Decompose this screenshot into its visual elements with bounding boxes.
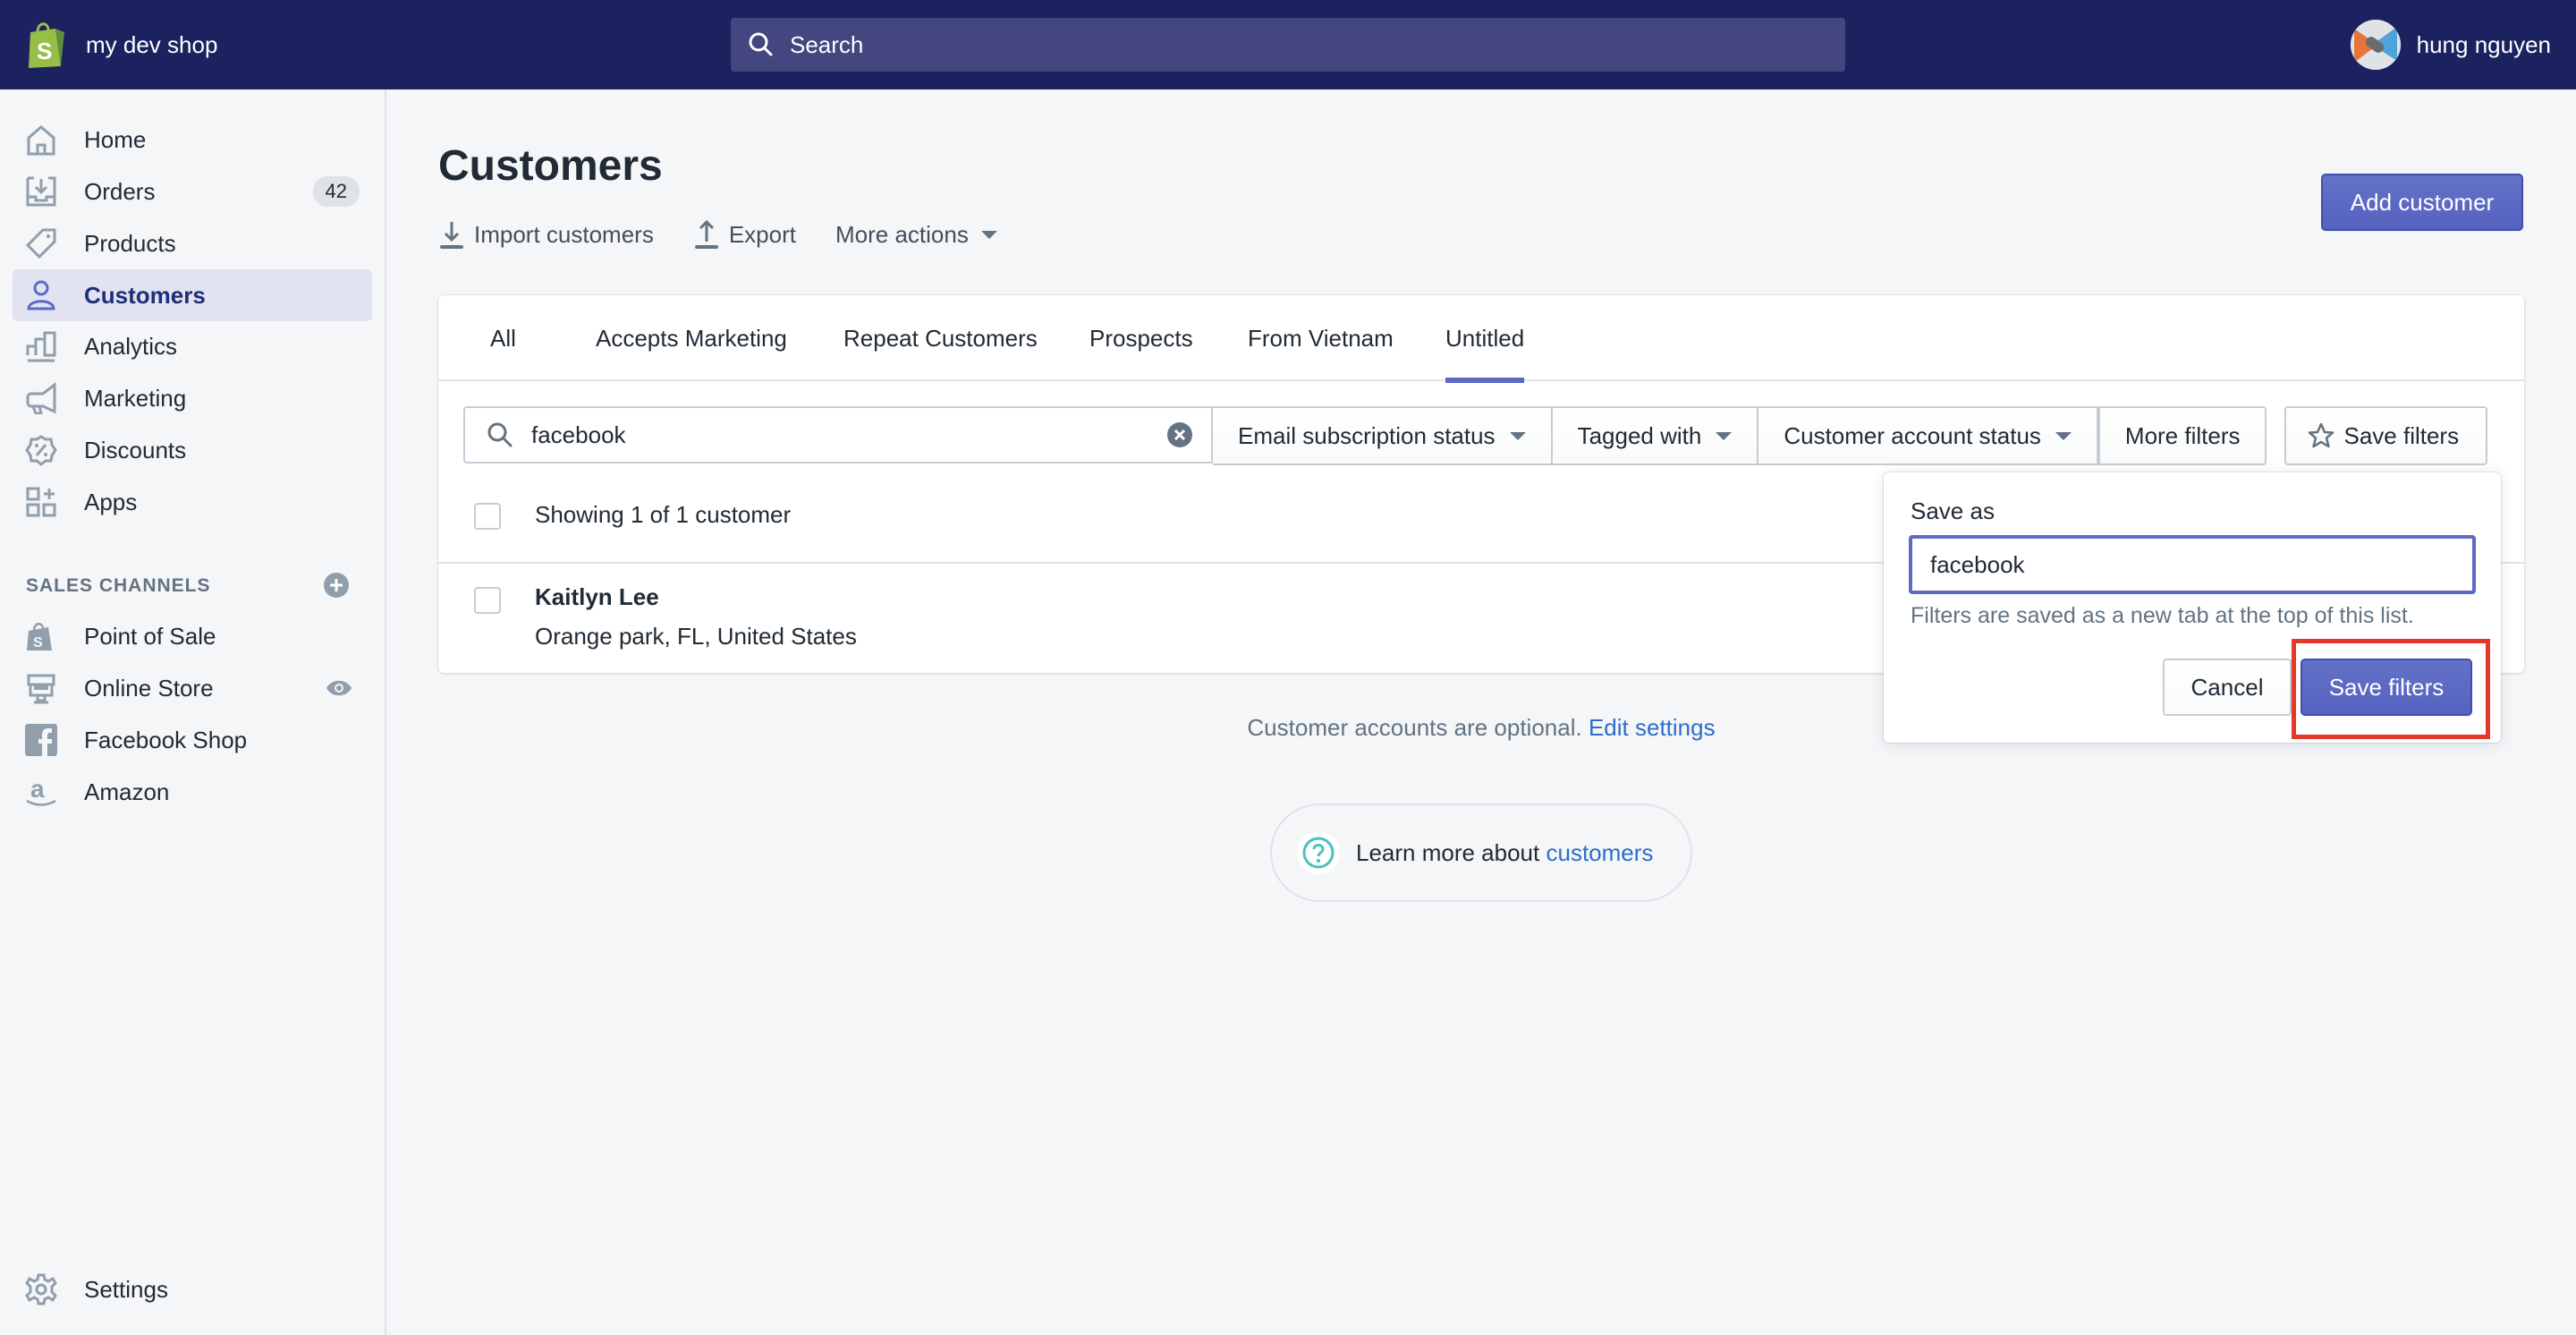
svg-text:S: S <box>37 38 52 64</box>
search-icon <box>749 32 773 56</box>
more-filters-button[interactable]: More filters <box>2097 406 2267 465</box>
tab-all[interactable]: All <box>490 295 516 381</box>
customer-row-checkbox[interactable] <box>474 587 501 614</box>
sales-channels-heading: SALES CHANNELS <box>26 575 211 596</box>
sidebar: Home Orders 42 Products Customers Analyt… <box>0 89 386 1335</box>
accounts-note: Customer accounts are optional. Edit set… <box>1247 714 1716 741</box>
gear-icon <box>25 1273 57 1305</box>
cancel-button[interactable]: Cancel <box>2163 659 2292 716</box>
customer-icon <box>25 279 57 311</box>
store-icon <box>25 672 57 704</box>
customers-help-link[interactable]: customers <box>1546 839 1653 866</box>
orders-count-badge: 42 <box>312 176 360 207</box>
orders-icon <box>25 175 57 208</box>
sidebar-item-settings[interactable]: Settings <box>13 1263 372 1315</box>
sidebar-item-analytics[interactable]: Analytics <box>13 320 372 372</box>
page-title: Customers <box>438 142 663 190</box>
top-bar: S my dev shop Search hung nguyen <box>0 0 2576 89</box>
more-actions-dropdown[interactable]: More actions <box>835 221 997 249</box>
user-name: hung nguyen <box>2416 30 2551 58</box>
user-menu[interactable]: hung nguyen <box>2350 20 2551 70</box>
save-as-help-text: Filters are saved as a new tab at the to… <box>1911 603 2414 628</box>
shop-name: my dev shop <box>86 30 218 58</box>
sidebar-item-customers[interactable]: Customers <box>13 269 372 321</box>
export-icon <box>694 219 718 249</box>
amazon-icon: a <box>25 776 57 808</box>
page-actions: Import customers Export More actions <box>438 217 1037 252</box>
save-filters-toggle-button[interactable]: Save filters <box>2284 406 2488 465</box>
shop-brand[interactable]: S my dev shop <box>25 20 217 70</box>
tab-prospects[interactable]: Prospects <box>1089 295 1193 381</box>
avatar <box>2350 20 2401 70</box>
edit-settings-link[interactable]: Edit settings <box>1589 714 1716 741</box>
sidebar-item-orders[interactable]: Orders 42 <box>13 166 372 217</box>
customer-view-tabs: All Accepts Marketing Repeat Customers P… <box>438 295 2524 383</box>
import-customers-button[interactable]: Import customers <box>438 218 654 251</box>
export-button[interactable]: Export <box>693 218 796 251</box>
tab-accepts-marketing[interactable]: Accepts Marketing <box>596 295 787 381</box>
add-customer-button[interactable]: Add customer <box>2321 174 2523 231</box>
learn-more-callout: Learn more about customers <box>1270 804 1692 902</box>
apps-icon <box>25 486 57 518</box>
caret-down-icon <box>2055 431 2072 440</box>
megaphone-icon <box>25 382 57 414</box>
sidebar-item-discounts[interactable]: Discounts <box>13 424 372 476</box>
filter-bar: facebook Email subscription status Tagge… <box>463 406 2488 465</box>
sidebar-item-apps[interactable]: Apps <box>13 476 372 528</box>
customer-location: Orange park, FL, United States <box>535 623 857 650</box>
select-all-checkbox[interactable] <box>474 503 501 530</box>
sidebar-item-amazon[interactable]: a Amazon <box>13 766 372 818</box>
save-as-label: Save as <box>1911 497 1995 524</box>
sidebar-item-home[interactable]: Home <box>13 114 372 166</box>
results-count: Showing 1 of 1 customer <box>535 501 792 528</box>
clear-search-icon[interactable] <box>1166 421 1193 448</box>
discount-icon <box>25 434 57 466</box>
sidebar-item-point-of-sale[interactable]: S Point of Sale <box>13 610 372 662</box>
account-status-filter[interactable]: Customer account status <box>1758 406 2098 465</box>
caret-down-icon <box>980 230 997 239</box>
add-sales-channel-icon[interactable] <box>323 572 350 599</box>
search-placeholder: Search <box>790 30 864 58</box>
shopify-bag-icon: S <box>25 620 57 652</box>
tab-repeat-customers[interactable]: Repeat Customers <box>843 295 1038 381</box>
search-icon <box>487 422 513 447</box>
caret-down-icon <box>1716 431 1733 440</box>
sidebar-item-marketing[interactable]: Marketing <box>13 372 372 424</box>
sidebar-item-products[interactable]: Products <box>13 217 372 269</box>
star-icon <box>2309 422 2334 448</box>
customer-name-link[interactable]: Kaitlyn Lee <box>535 583 659 611</box>
svg-text:S: S <box>33 635 43 650</box>
tagged-with-filter[interactable]: Tagged with <box>1552 406 1759 465</box>
view-store-eye-icon[interactable] <box>326 675 352 702</box>
customer-search-input[interactable]: facebook <box>463 406 1213 463</box>
tag-icon <box>25 227 57 259</box>
tab-untitled[interactable]: Untitled <box>1445 295 1525 383</box>
global-search-input[interactable]: Search <box>731 18 1845 72</box>
svg-text:a: a <box>30 776 45 803</box>
tab-from-vietnam[interactable]: From Vietnam <box>1248 295 1394 381</box>
help-circle-icon <box>1297 831 1340 874</box>
caret-down-icon <box>1509 431 1526 440</box>
save-as-input[interactable]: facebook <box>1909 535 2476 594</box>
import-icon <box>440 222 463 249</box>
sidebar-item-online-store[interactable]: Online Store <box>13 662 372 714</box>
bar-chart-icon <box>25 330 57 362</box>
shopify-logo-icon: S <box>29 22 64 68</box>
email-subscription-filter[interactable]: Email subscription status <box>1213 406 1553 465</box>
home-icon <box>25 123 57 156</box>
